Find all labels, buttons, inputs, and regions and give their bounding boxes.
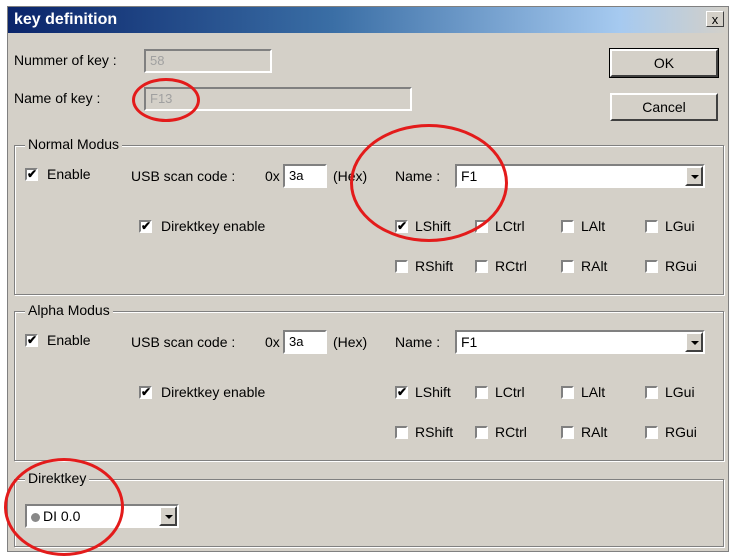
ok-button[interactable]: OK xyxy=(609,48,719,78)
key-number-label: Nummer of key : xyxy=(14,52,117,68)
normal-rctrl-checkbox[interactable] xyxy=(475,260,488,273)
alpha-rgui-checkbox[interactable] xyxy=(645,426,658,439)
normal-lgui-checkbox[interactable] xyxy=(645,220,658,233)
normal-name-label: Name : xyxy=(395,168,441,184)
alpha-enable-label: Enable xyxy=(47,332,91,348)
alpha-modus-legend: Alpha Modus xyxy=(25,302,113,318)
chevron-down-icon[interactable] xyxy=(685,166,703,186)
alpha-scan-input[interactable]: 3a xyxy=(283,330,327,354)
normal-lctrl-checkbox[interactable] xyxy=(475,220,488,233)
alpha-rgui-label: RGui xyxy=(665,424,697,440)
window-title: key definition xyxy=(14,11,118,28)
normal-lshift-checkbox[interactable]: ✔ xyxy=(395,220,408,233)
normal-scan-input[interactable]: 3a xyxy=(283,164,327,188)
direktkey-group: Direktkey DI 0.0 xyxy=(14,470,724,547)
alpha-name-label: Name : xyxy=(395,334,441,350)
normal-lalt-checkbox[interactable] xyxy=(561,220,574,233)
normal-rgui-checkbox[interactable] xyxy=(645,260,658,273)
key-name-label: Name of key : xyxy=(14,90,101,106)
alpha-lgui-checkbox[interactable] xyxy=(645,386,658,399)
normal-rshift-label: RShift xyxy=(415,258,454,274)
normal-rgui-label: RGui xyxy=(665,258,697,274)
alpha-lshift-label: LShift xyxy=(415,384,451,400)
alpha-lctrl-checkbox[interactable] xyxy=(475,386,488,399)
cancel-button[interactable]: Cancel xyxy=(610,93,718,121)
alpha-lalt-label: LAlt xyxy=(581,384,606,400)
title-bar[interactable]: key definition x xyxy=(8,7,728,33)
alpha-lctrl-label: LCtrl xyxy=(495,384,525,400)
normal-lshift-label: LShift xyxy=(415,218,451,234)
alpha-ralt-checkbox[interactable] xyxy=(561,426,574,439)
normal-direktkey-checkbox[interactable]: ✔ xyxy=(139,220,152,233)
input-icon xyxy=(31,512,40,522)
key-definition-dialog: key definition x Nummer of key : 58 Name… xyxy=(7,6,729,552)
normal-lctrl-label: LCtrl xyxy=(495,218,525,234)
key-number-field[interactable]: 58 xyxy=(144,49,272,73)
alpha-scan-prefix: 0x xyxy=(265,334,280,350)
normal-ralt-checkbox[interactable] xyxy=(561,260,574,273)
alpha-rshift-label: RShift xyxy=(415,424,454,440)
chevron-down-icon[interactable] xyxy=(159,506,177,526)
alpha-name-select[interactable]: F1 xyxy=(455,330,705,354)
normal-modus-group: Normal Modus ✔ Enable USB scan code : 0x… xyxy=(14,136,724,295)
check-icon: ✔ xyxy=(27,333,38,347)
key-name-field[interactable]: F13 xyxy=(144,87,412,111)
check-icon: ✔ xyxy=(141,219,152,233)
normal-direktkey-label: Direktkey enable xyxy=(161,218,266,234)
alpha-rctrl-checkbox[interactable] xyxy=(475,426,488,439)
normal-name-value: F1 xyxy=(461,168,478,184)
normal-name-select[interactable]: F1 xyxy=(455,164,705,188)
alpha-lgui-label: LGui xyxy=(665,384,695,400)
normal-lgui-label: LGui xyxy=(665,218,695,234)
check-icon: ✔ xyxy=(141,385,152,399)
chevron-down-icon[interactable] xyxy=(685,332,703,352)
check-icon: ✔ xyxy=(27,167,38,181)
alpha-lshift-checkbox[interactable]: ✔ xyxy=(395,386,408,399)
normal-lalt-label: LAlt xyxy=(581,218,606,234)
normal-modus-legend: Normal Modus xyxy=(25,136,123,152)
direktkey-value-wrap: DI 0.0 xyxy=(31,508,80,524)
direktkey-select[interactable]: DI 0.0 xyxy=(25,504,179,528)
alpha-ralt-label: RAlt xyxy=(581,424,608,440)
normal-rctrl-label: RCtrl xyxy=(495,258,527,274)
alpha-direktkey-label: Direktkey enable xyxy=(161,384,266,400)
normal-enable-checkbox[interactable]: ✔ xyxy=(25,168,38,181)
alpha-modus-group: Alpha Modus ✔ Enable USB scan code : 0x … xyxy=(14,302,724,461)
alpha-scan-suffix: (Hex) xyxy=(333,334,368,350)
close-button[interactable]: x xyxy=(706,11,724,27)
normal-scan-label: USB scan code : xyxy=(131,168,236,184)
normal-scan-prefix: 0x xyxy=(265,168,280,184)
normal-enable-label: Enable xyxy=(47,166,91,182)
normal-rshift-checkbox[interactable] xyxy=(395,260,408,273)
alpha-lalt-checkbox[interactable] xyxy=(561,386,574,399)
alpha-name-value: F1 xyxy=(461,334,478,350)
normal-scan-suffix: (Hex) xyxy=(333,168,368,184)
alpha-enable-checkbox[interactable]: ✔ xyxy=(25,334,38,347)
normal-ralt-label: RAlt xyxy=(581,258,608,274)
alpha-scan-label: USB scan code : xyxy=(131,334,236,350)
alpha-rshift-checkbox[interactable] xyxy=(395,426,408,439)
direktkey-legend: Direktkey xyxy=(25,470,90,486)
alpha-rctrl-label: RCtrl xyxy=(495,424,527,440)
alpha-direktkey-checkbox[interactable]: ✔ xyxy=(139,386,152,399)
direktkey-value: DI 0.0 xyxy=(43,508,81,524)
